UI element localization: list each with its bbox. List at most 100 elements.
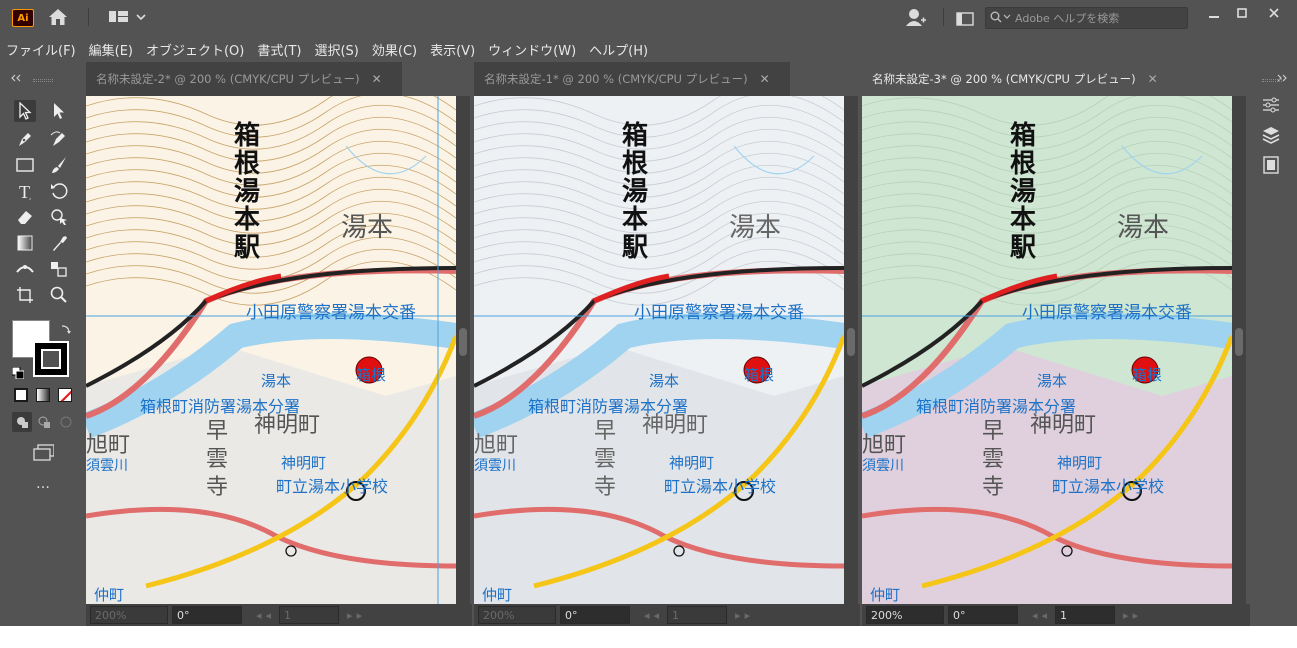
vertical-scrollbar[interactable]: [1232, 96, 1246, 604]
rotation-field[interactable]: 0°: [172, 606, 242, 624]
label-shinmeicho-small: 神明町: [281, 454, 326, 472]
draw-behind-icon[interactable]: [34, 412, 54, 432]
rotation-field[interactable]: 0°: [560, 606, 630, 624]
rotation-field[interactable]: 0°: [948, 606, 1018, 624]
panel-toggle-icon[interactable]: [956, 11, 974, 30]
zoom-field[interactable]: 200%: [866, 606, 944, 624]
expand-panels-icon[interactable]: [1276, 67, 1288, 86]
label-area-yumoto: 湯本: [1117, 213, 1169, 243]
eyedropper-tool-icon[interactable]: [48, 232, 70, 254]
default-colors-icon[interactable]: [11, 364, 25, 383]
rectangle-tool-icon[interactable]: [14, 154, 36, 176]
workspace-switcher-icon[interactable]: [108, 9, 146, 29]
label-sounji-char: 寺: [206, 475, 228, 500]
vertical-scrollbar[interactable]: [456, 96, 470, 604]
menu-select[interactable]: 選択(S): [314, 40, 358, 59]
direct-selection-tool-icon[interactable]: [48, 100, 70, 122]
artboard-nav-prev-icon[interactable]: ◂◂: [256, 609, 275, 622]
menu-help[interactable]: ヘルプ(H): [589, 40, 648, 59]
brush-tool-icon[interactable]: [48, 154, 70, 176]
artboard-nav-prev-icon[interactable]: ◂◂: [1032, 609, 1051, 622]
label-naka: 仲町: [94, 586, 124, 604]
draw-inside-icon[interactable]: [56, 412, 76, 432]
panel-grip[interactable]: [1262, 79, 1282, 82]
label-station-char: 駅: [622, 233, 648, 263]
libraries-icon[interactable]: [1260, 154, 1282, 176]
pen-tool-icon[interactable]: [14, 128, 36, 150]
width-tool-icon[interactable]: [14, 258, 36, 280]
shape-builder-tool-icon[interactable]: [48, 206, 70, 228]
color-mode-icon[interactable]: [14, 388, 28, 402]
document-tab[interactable]: 名称未設定-2* @ 200 % (CMYK/CPU プレビュー) ✕: [86, 62, 402, 96]
artboard-nav-next-icon[interactable]: ▸▸: [735, 609, 754, 622]
document-window-2: 名称未設定-2* @ 200 % (CMYK/CPU プレビュー) ✕ 箱根湯本駅…: [86, 62, 472, 626]
selection-tool-icon[interactable]: [14, 100, 36, 122]
panel-dock: [1250, 62, 1297, 626]
label-sounji-char: 早: [206, 419, 228, 444]
document-tab-label: 名称未設定-2* @ 200 % (CMYK/CPU プレビュー): [96, 72, 360, 86]
draw-normal-icon[interactable]: [12, 412, 32, 432]
artboard-number-field[interactable]: 1: [1055, 606, 1116, 624]
menu-window[interactable]: ウィンドウ(W): [488, 40, 576, 59]
label-shinmeicho-small: 神明町: [669, 454, 714, 472]
label-station-char: 箱: [234, 120, 260, 151]
swap-colors-icon[interactable]: [60, 320, 72, 339]
label-sounji-char: 早: [594, 419, 616, 444]
artboard-number-field[interactable]: 1: [279, 606, 340, 624]
close-tab-icon[interactable]: ✕: [1148, 72, 1158, 86]
home-icon[interactable]: [48, 8, 68, 30]
none-mode-icon[interactable]: [58, 388, 72, 402]
artboard-nav-prev-icon[interactable]: ◂◂: [644, 609, 663, 622]
label-hakone: 箱根: [1132, 366, 1162, 384]
menu-view[interactable]: 表示(V): [430, 40, 475, 59]
label-sounji-char: 雲: [982, 447, 1004, 472]
zoom-field[interactable]: 200%: [478, 606, 556, 624]
minimize-icon[interactable]: [1203, 6, 1225, 20]
collapse-panel-icon[interactable]: [10, 67, 22, 86]
zoom-field[interactable]: 200%: [90, 606, 168, 624]
artboard-number-field[interactable]: 1: [667, 606, 728, 624]
menu-object[interactable]: オブジェクト(O): [146, 40, 244, 59]
screen-mode-icon[interactable]: [32, 442, 54, 464]
label-station-char: 湯: [622, 177, 648, 207]
maximize-icon[interactable]: [1231, 6, 1253, 20]
document-tab-active[interactable]: 名称未設定-3* @ 200 % (CMYK/CPU プレビュー) ✕: [862, 62, 1178, 96]
user-sync-icon[interactable]: [905, 8, 927, 32]
menu-edit[interactable]: 編集(E): [89, 40, 133, 59]
artboard-nav-next-icon[interactable]: ▸▸: [1123, 609, 1142, 622]
artboard-canvas[interactable]: 箱根湯本駅湯本 小田原警察署湯本交番 箱根町消防署湯本分署 湯本 神明町早雲寺旭町 神明町…: [474, 96, 844, 604]
artboard-nav-next-icon[interactable]: ▸▸: [347, 609, 366, 622]
label-naka: 仲町: [870, 586, 900, 604]
gradient-tool-icon[interactable]: [14, 232, 36, 254]
artboard-canvas[interactable]: 箱根湯本駅湯本 小田原警察署湯本交番 箱根町消防署湯本分署 湯本 神明町早雲寺旭町 神明町…: [86, 96, 456, 604]
menu-effect[interactable]: 効果(C): [372, 40, 417, 59]
curvature-tool-icon[interactable]: [48, 128, 70, 150]
label-station-char: 箱: [622, 120, 648, 151]
document-tab[interactable]: 名称未設定-1* @ 200 % (CMYK/CPU プレビュー) ✕: [474, 62, 790, 96]
menu-type[interactable]: 書式(T): [257, 40, 301, 59]
gradient-mode-icon[interactable]: [36, 388, 50, 402]
zoom-tool-icon[interactable]: [48, 284, 70, 306]
close-tab-icon[interactable]: ✕: [372, 72, 382, 86]
rotate-tool-icon[interactable]: [48, 180, 70, 202]
blend-tool-icon[interactable]: [48, 258, 70, 280]
tools-panel: T, …: [0, 62, 86, 626]
panel-grip[interactable]: [33, 79, 53, 82]
close-icon[interactable]: [1263, 6, 1285, 20]
type-tool-icon[interactable]: T,: [14, 180, 36, 202]
more-tools-icon[interactable]: …: [36, 476, 50, 492]
vertical-scrollbar[interactable]: [844, 96, 858, 604]
properties-icon[interactable]: [1260, 94, 1282, 116]
stroke-color-swatch[interactable]: [33, 341, 69, 377]
help-search-input[interactable]: Adobe ヘルプを検索: [985, 7, 1188, 29]
label-river: 須雲川: [86, 458, 128, 474]
layers-icon[interactable]: [1260, 124, 1282, 146]
artboard-canvas[interactable]: 箱根湯本駅湯本 小田原警察署湯本交番 箱根町消防署湯本分署 湯本 神明町早雲寺旭町 神明町…: [862, 96, 1232, 604]
artboard-tool-icon[interactable]: [14, 284, 36, 306]
label-river: 須雲川: [862, 458, 904, 474]
label-station-char: 駅: [234, 233, 260, 263]
close-tab-icon[interactable]: ✕: [760, 72, 770, 86]
menu-bar: ファイル(F) 編集(E) オブジェクト(O) 書式(T) 選択(S) 効果(C…: [0, 36, 1297, 62]
menu-file[interactable]: ファイル(F): [6, 40, 76, 59]
eraser-tool-icon[interactable]: [14, 206, 36, 228]
